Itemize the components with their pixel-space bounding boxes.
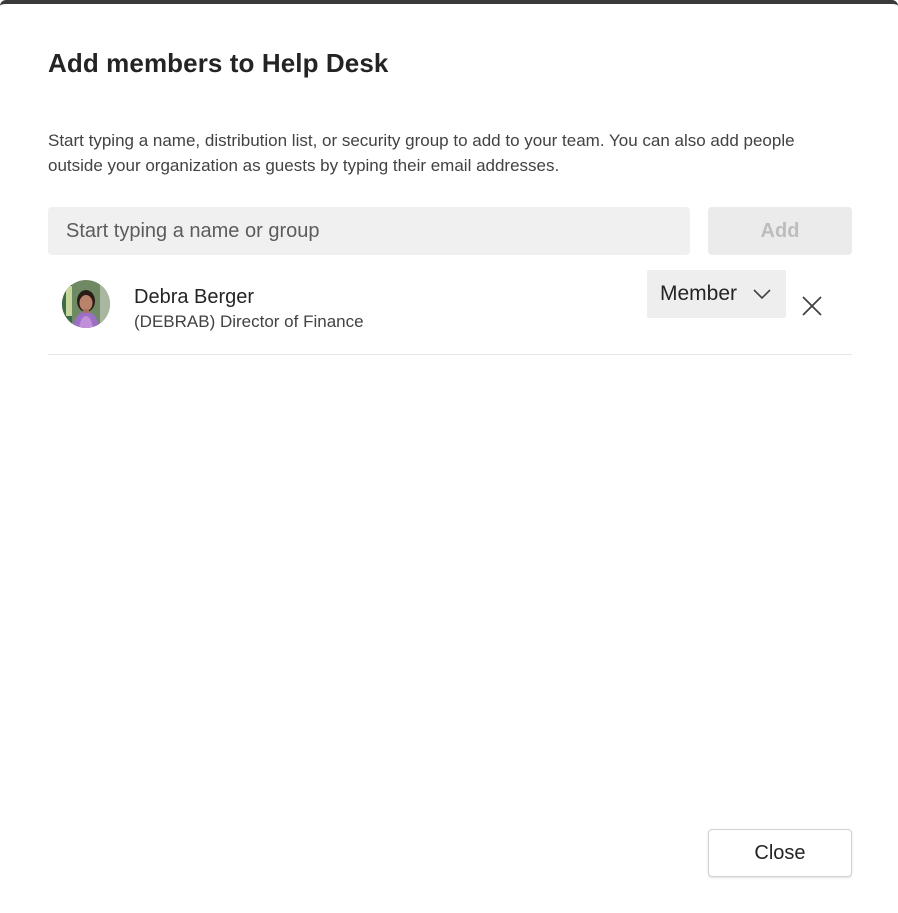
role-dropdown[interactable]: Member (647, 270, 786, 318)
member-row: Debra Berger (DEBRAB) Director of Financ… (48, 266, 852, 355)
chevron-down-icon (752, 287, 772, 301)
remove-member-button[interactable] (798, 292, 826, 320)
add-button[interactable]: Add (708, 207, 852, 255)
avatar (62, 280, 110, 328)
member-search-input[interactable] (48, 207, 690, 255)
member-title: (DEBRAB) Director of Finance (134, 312, 364, 331)
dialog-description: Start typing a name, distribution list, … (48, 131, 795, 175)
add-members-dialog: Add members to Help Desk Start typing a … (0, 0, 898, 913)
member-name: Debra Berger (134, 286, 255, 308)
role-label: Member (660, 282, 738, 305)
dialog-title: Add members to Help Desk (48, 48, 389, 78)
close-button[interactable]: Close (708, 829, 852, 877)
close-icon (798, 296, 826, 323)
